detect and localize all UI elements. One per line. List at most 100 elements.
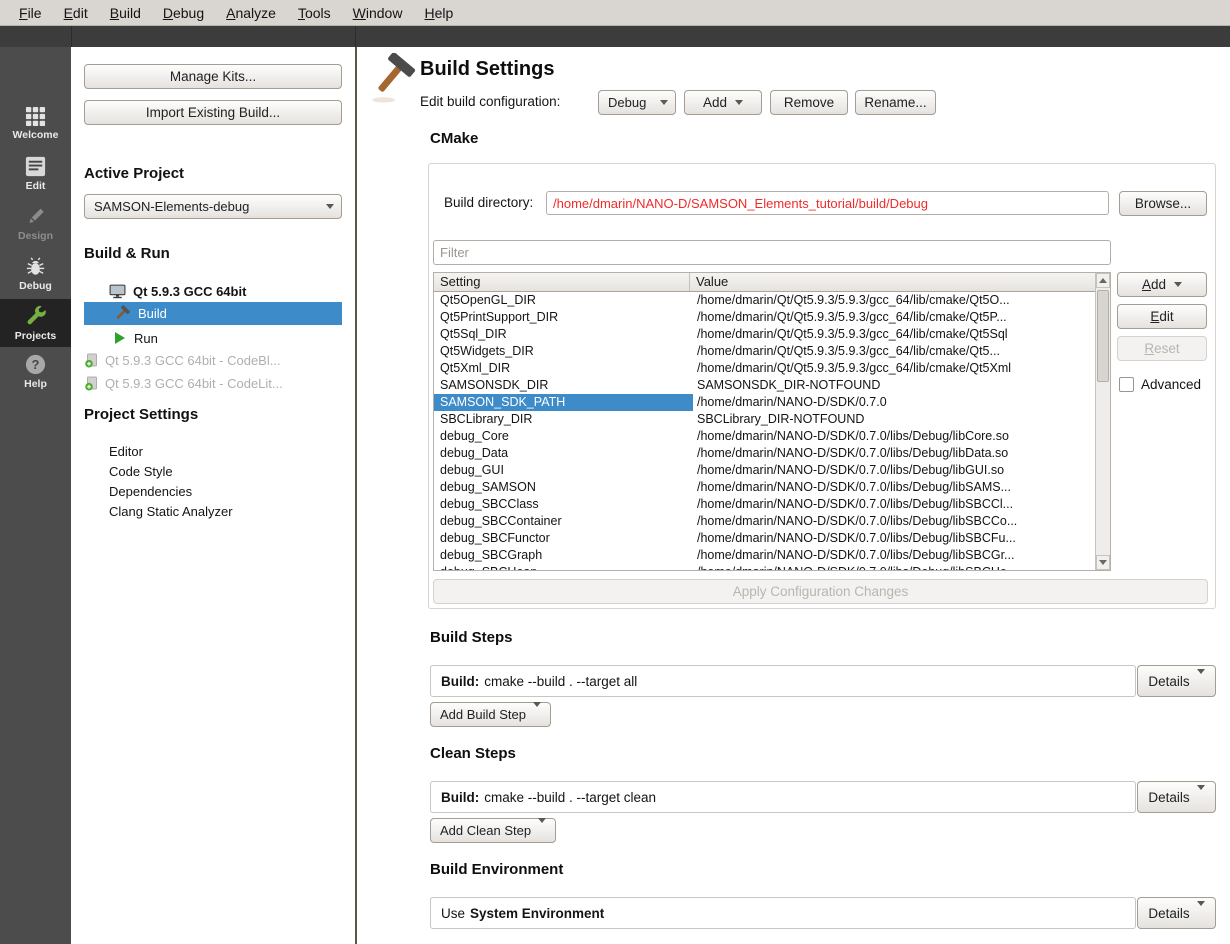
value-cell[interactable]: /home/dmarin/NANO-D/SDK/0.7.0/libs/Debug… — [690, 547, 1097, 564]
project-settings-item-dependencies[interactable]: Dependencies — [109, 484, 192, 499]
setting-cell[interactable]: Qt5Widgets_DIR — [434, 343, 690, 360]
environment-details-button[interactable]: Details — [1137, 897, 1216, 929]
table-row[interactable]: SAMSONSDK_DIRSAMSONSDK_DIR-NOTFOUND — [434, 377, 1097, 394]
sidebar-item-edit[interactable]: Edit — [0, 149, 71, 197]
filter-input[interactable] — [433, 240, 1111, 265]
scroll-down-icon[interactable] — [1096, 555, 1110, 570]
tree-item-kit-codelite[interactable]: Qt 5.9.3 GCC 64bit - CodeLit... — [84, 373, 342, 394]
sidebar-item-welcome[interactable]: Welcome — [0, 99, 71, 147]
sidebar-item-debug[interactable]: Debug — [0, 249, 71, 297]
remove-config-button[interactable]: Remove — [770, 90, 848, 115]
mode-selector: Welcome Edit Design — [0, 47, 71, 944]
table-row[interactable]: Qt5Widgets_DIR/home/dmarin/Qt/Qt5.9.3/5.… — [434, 343, 1097, 360]
manage-kits-button[interactable]: Manage Kits... — [84, 64, 342, 89]
rename-config-button[interactable]: Rename... — [855, 90, 936, 115]
setting-cell[interactable]: debug_SBCGraph — [434, 547, 690, 564]
value-cell[interactable]: /home/dmarin/Qt/Qt5.9.3/5.9.3/gcc_64/lib… — [690, 343, 1097, 360]
value-cell[interactable]: /home/dmarin/NANO-D/SDK/0.7.0/libs/Debug… — [690, 445, 1097, 462]
value-cell[interactable]: /home/dmarin/Qt/Qt5.9.3/5.9.3/gcc_64/lib… — [690, 360, 1097, 377]
setting-cell[interactable]: Qt5OpenGL_DIR — [434, 292, 690, 309]
build-steps-heading: Build Steps — [430, 629, 513, 646]
tree-item-kit-codeblocks[interactable]: Qt 5.9.3 GCC 64bit - CodeBl... — [84, 350, 342, 371]
add-clean-step-button[interactable]: Add Clean Step — [430, 818, 556, 843]
table-row[interactable]: debug_SBCClass/home/dmarin/NANO-D/SDK/0.… — [434, 496, 1097, 513]
value-cell[interactable]: /home/dmarin/NANO-D/SDK/0.7.0 — [690, 394, 1097, 411]
browse-button[interactable]: Browse... — [1119, 191, 1207, 216]
table-row[interactable]: Qt5PrintSupport_DIR/home/dmarin/Qt/Qt5.9… — [434, 309, 1097, 326]
table-row[interactable]: debug_SBCHeap/home/dmarin/NANO-D/SDK/0.7… — [434, 564, 1097, 571]
table-row[interactable]: debug_SAMSON/home/dmarin/NANO-D/SDK/0.7.… — [434, 479, 1097, 496]
setting-cell[interactable]: debug_Data — [434, 445, 690, 462]
table-row[interactable]: Qt5OpenGL_DIR/home/dmarin/Qt/Qt5.9.3/5.9… — [434, 292, 1097, 309]
setting-cell[interactable]: SAMSONSDK_DIR — [434, 377, 690, 394]
value-cell[interactable]: SAMSONSDK_DIR-NOTFOUND — [690, 377, 1097, 394]
menu-help[interactable]: Help — [413, 5, 464, 21]
project-settings-item-clang-analyzer[interactable]: Clang Static Analyzer — [109, 504, 233, 519]
column-header-setting[interactable]: Setting — [434, 273, 690, 291]
table-row[interactable]: Qt5Xml_DIR/home/dmarin/Qt/Qt5.9.3/5.9.3/… — [434, 360, 1097, 377]
table-row[interactable]: debug_SBCFunctor/home/dmarin/NANO-D/SDK/… — [434, 530, 1097, 547]
value-cell[interactable]: /home/dmarin/Qt/Qt5.9.3/5.9.3/gcc_64/lib… — [690, 309, 1097, 326]
config-select[interactable]: Debug — [598, 90, 676, 115]
scroll-up-icon[interactable] — [1096, 273, 1110, 288]
table-row[interactable]: Qt5Sql_DIR/home/dmarin/Qt/Qt5.9.3/5.9.3/… — [434, 326, 1097, 343]
setting-cell[interactable]: SAMSON_SDK_PATH — [434, 394, 690, 411]
tree-item-build[interactable]: Build — [84, 302, 342, 325]
add-config-button[interactable]: Add — [684, 90, 762, 115]
setting-cell[interactable]: SBCLibrary_DIR — [434, 411, 690, 428]
sidebar-item-projects[interactable]: Projects — [0, 299, 71, 347]
value-cell[interactable]: /home/dmarin/Qt/Qt5.9.3/5.9.3/gcc_64/lib… — [690, 326, 1097, 343]
active-project-select[interactable]: SAMSON-Elements-debug — [84, 194, 342, 219]
advanced-checkbox[interactable] — [1119, 377, 1134, 392]
tree-item-run[interactable]: Run — [84, 327, 342, 349]
table-row[interactable]: debug_SBCContainer/home/dmarin/NANO-D/SD… — [434, 513, 1097, 530]
clean-step-details-button[interactable]: Details — [1137, 781, 1216, 813]
menu-file[interactable]: File — [8, 5, 53, 21]
column-header-value[interactable]: Value — [690, 273, 1110, 291]
menu-build[interactable]: Build — [99, 5, 152, 21]
value-cell[interactable]: SBCLibrary_DIR-NOTFOUND — [690, 411, 1097, 428]
sidebar-item-help[interactable]: ? Help — [0, 347, 71, 395]
value-cell[interactable]: /home/dmarin/NANO-D/SDK/0.7.0/libs/Debug… — [690, 479, 1097, 496]
value-cell[interactable]: /home/dmarin/NANO-D/SDK/0.7.0/libs/Debug… — [690, 496, 1097, 513]
setting-cell[interactable]: debug_SAMSON — [434, 479, 690, 496]
value-cell[interactable]: /home/dmarin/NANO-D/SDK/0.7.0/libs/Debug… — [690, 462, 1097, 479]
edit-setting-button[interactable]: Edit — [1117, 304, 1207, 329]
setting-cell[interactable]: Qt5PrintSupport_DIR — [434, 309, 690, 326]
value-cell[interactable]: /home/dmarin/NANO-D/SDK/0.7.0/libs/Debug… — [690, 530, 1097, 547]
project-settings-item-code-style[interactable]: Code Style — [109, 464, 173, 479]
setting-cell[interactable]: debug_SBCHeap — [434, 564, 690, 571]
advanced-checkbox-row[interactable]: Advanced — [1119, 377, 1201, 392]
setting-cell[interactable]: Qt5Xml_DIR — [434, 360, 690, 377]
setting-cell[interactable]: debug_GUI — [434, 462, 690, 479]
table-row[interactable]: SBCLibrary_DIRSBCLibrary_DIR-NOTFOUND — [434, 411, 1097, 428]
value-cell[interactable]: /home/dmarin/Qt/Qt5.9.3/5.9.3/gcc_64/lib… — [690, 292, 1097, 309]
setting-cell[interactable]: debug_SBCFunctor — [434, 530, 690, 547]
menu-tools[interactable]: Tools — [287, 5, 342, 21]
value-cell[interactable]: /home/dmarin/NANO-D/SDK/0.7.0/libs/Debug… — [690, 513, 1097, 530]
setting-cell[interactable]: Qt5Sql_DIR — [434, 326, 690, 343]
menu-analyze[interactable]: Analyze — [215, 5, 287, 21]
table-row[interactable]: debug_SBCGraph/home/dmarin/NANO-D/SDK/0.… — [434, 547, 1097, 564]
value-cell[interactable]: /home/dmarin/NANO-D/SDK/0.7.0/libs/Debug… — [690, 564, 1097, 571]
table-row[interactable]: debug_GUI/home/dmarin/NANO-D/SDK/0.7.0/l… — [434, 462, 1097, 479]
menu-debug[interactable]: Debug — [152, 5, 215, 21]
table-row[interactable]: SAMSON_SDK_PATH/home/dmarin/NANO-D/SDK/0… — [434, 394, 1097, 411]
build-directory-input[interactable] — [546, 191, 1109, 215]
table-scrollbar[interactable] — [1095, 273, 1110, 570]
project-settings-item-editor[interactable]: Editor — [109, 444, 143, 459]
add-setting-button[interactable]: Add — [1117, 272, 1207, 297]
setting-cell[interactable]: debug_SBCClass — [434, 496, 690, 513]
setting-cell[interactable]: debug_SBCContainer — [434, 513, 690, 530]
table-row[interactable]: debug_Data/home/dmarin/NANO-D/SDK/0.7.0/… — [434, 445, 1097, 462]
import-existing-build-button[interactable]: Import Existing Build... — [84, 100, 342, 125]
add-build-step-button[interactable]: Add Build Step — [430, 702, 551, 727]
setting-cell[interactable]: debug_Core — [434, 428, 690, 445]
table-row[interactable]: debug_Core/home/dmarin/NANO-D/SDK/0.7.0/… — [434, 428, 1097, 445]
scrollbar-thumb[interactable] — [1097, 290, 1109, 382]
value-cell[interactable]: /home/dmarin/NANO-D/SDK/0.7.0/libs/Debug… — [690, 428, 1097, 445]
build-step-details-button[interactable]: Details — [1137, 665, 1216, 697]
menu-window[interactable]: Window — [342, 5, 414, 21]
menu-edit[interactable]: Edit — [53, 5, 99, 21]
tree-item-kit[interactable]: Qt 5.9.3 GCC 64bit — [109, 282, 246, 301]
